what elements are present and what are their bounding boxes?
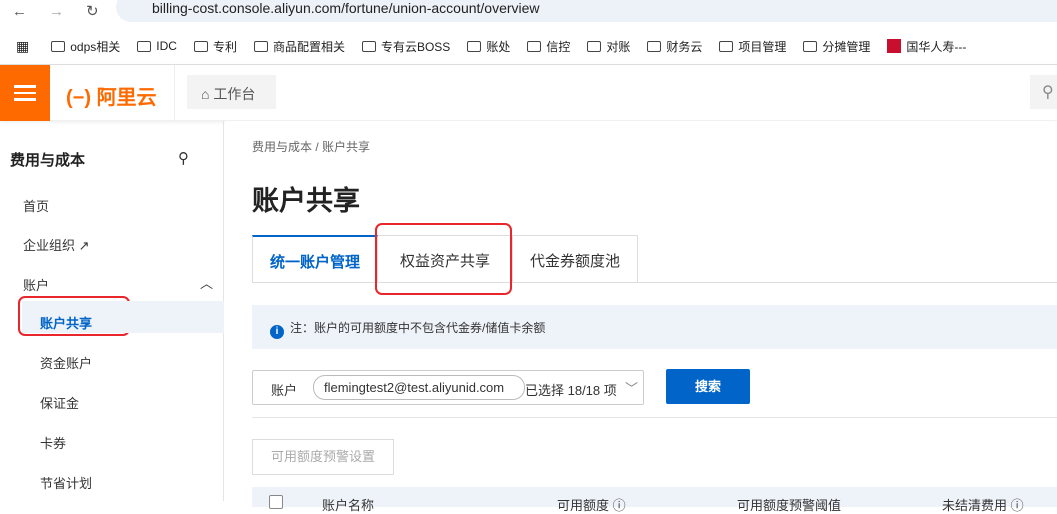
search-button[interactable]: 搜索 <box>666 369 750 404</box>
alert-settings-button[interactable]: 可用额度预警设置 <box>252 439 394 475</box>
bookmark[interactable]: 国华人寿--- <box>887 38 966 55</box>
folder-icon <box>527 40 542 52</box>
search-icon[interactable]: ⚲ <box>178 149 189 167</box>
column-header[interactable]: 未结清费用 ⓘ <box>942 495 1024 514</box>
sidebar-item-coupons[interactable]: 卡券 <box>40 433 66 452</box>
aliyun-logo[interactable]: (−) 阿里云 <box>66 81 157 110</box>
sidebar-item-account-share[interactable]: 账户共享 <box>40 313 92 332</box>
folder-icon <box>137 40 152 52</box>
folder-icon <box>193 40 208 52</box>
account-filter[interactable]: 账户 flemingtest2@test.aliyunid.com 已选择 18… <box>252 370 644 405</box>
favicon-icon <box>887 39 902 53</box>
search-icon[interactable]: ⚲ <box>1030 75 1057 109</box>
back-icon[interactable]: ← <box>12 3 27 20</box>
select-all-checkbox[interactable] <box>269 495 283 509</box>
filter-label: 账户 <box>271 383 298 398</box>
bookmark[interactable]: 分摊管理 <box>803 38 870 55</box>
folder-icon <box>467 40 482 52</box>
bookmark[interactable]: 账处 <box>467 38 510 55</box>
bookmark[interactable]: IDC <box>137 39 177 53</box>
bookmark[interactable]: 对账 <box>587 38 630 55</box>
sidebar-item-deposit[interactable]: 保证金 <box>40 393 79 412</box>
column-header[interactable]: 可用额度 ⓘ <box>557 495 626 514</box>
address-bar[interactable]: billing-cost.console.aliyun.com/fortune/… <box>116 0 1057 22</box>
sidebar-item-org[interactable]: 企业组织 ↗ <box>23 235 90 254</box>
folder-icon <box>803 40 818 52</box>
bookmarks-bar: ▦ odps相关 IDC 专利 商品配置相关 专有云BOSS 账处 信控 对账 … <box>0 34 983 58</box>
bookmark[interactable]: 专有云BOSS <box>361 38 450 55</box>
chevron-down-icon[interactable]: ﹀ <box>625 378 638 397</box>
url-text: billing-cost.console.aliyun.com/fortune/… <box>152 0 540 16</box>
console-topbar: (−) 阿里云 ⌂ 工作台 ⚲ <box>0 64 1057 121</box>
tab-voucher-pool[interactable]: 代金券额度池 <box>513 235 639 283</box>
account-tag[interactable]: flemingtest2@test.aliyunid.com <box>313 375 525 400</box>
folder-icon <box>647 40 662 52</box>
sidebar: 费用与成本 ⚲ 首页 企业组织 ↗ 账户 ︿ 账户共享 资金账户 保证金 卡券 … <box>0 121 224 501</box>
info-icon: i <box>270 325 284 339</box>
table-header: 账户名称 可用额度 ⓘ 可用额度预警阈值 未结清费用 ⓘ <box>252 487 1057 513</box>
folder-icon <box>361 40 376 52</box>
folder-icon <box>587 40 602 52</box>
browser-chrome: ← → ↻ billing-cost.console.aliyun.com/fo… <box>0 0 1057 64</box>
folder-icon <box>253 40 268 52</box>
browser-nav: ← → ↻ <box>0 0 110 22</box>
reload-icon[interactable]: ↻ <box>86 2 99 20</box>
bookmark[interactable]: odps相关 <box>51 38 120 55</box>
info-note: i 注：账户的可用额度中不包含代金券/储值卡余额 <box>252 305 1057 349</box>
bookmark[interactable]: 财务云 <box>647 38 702 55</box>
sidebar-item-home[interactable]: 首页 <box>23 196 49 215</box>
bookmark[interactable]: 项目管理 <box>719 38 786 55</box>
forward-icon[interactable]: → <box>49 3 64 20</box>
menu-icon[interactable] <box>0 65 50 121</box>
sidebar-item-savings-plan[interactable]: 节省计划 <box>40 473 92 492</box>
workbench-button[interactable]: ⌂ 工作台 <box>187 75 276 109</box>
sidebar-item-fund[interactable]: 资金账户 <box>40 353 92 372</box>
bookmark[interactable]: 专利 <box>193 38 237 55</box>
column-header[interactable]: 账户名称 <box>322 495 374 514</box>
sidebar-item-account[interactable]: 账户 <box>23 275 49 294</box>
sidebar-title: 费用与成本 <box>10 152 86 169</box>
breadcrumb[interactable]: 费用与成本 / 账户共享 <box>252 138 370 155</box>
chevron-up-icon[interactable]: ︿ <box>200 273 213 292</box>
apps-icon[interactable]: ▦ <box>16 38 29 55</box>
tab-unified-account[interactable]: 统一账户管理 <box>252 235 379 283</box>
bookmark[interactable]: 商品配置相关 <box>253 38 345 55</box>
selected-count: 已选择 18/18 项 <box>525 383 617 398</box>
bookmark[interactable]: 信控 <box>527 38 570 55</box>
highlight-box <box>375 223 512 295</box>
folder-icon <box>719 40 734 52</box>
column-header[interactable]: 可用额度预警阈值 <box>737 495 841 514</box>
folder-icon <box>51 40 66 52</box>
main-content: 费用与成本 / 账户共享 账户共享 统一账户管理 权益资产共享 代金券额度池 i… <box>225 121 1057 513</box>
home-icon: ⌂ <box>201 86 210 102</box>
page-title: 账户共享 <box>252 186 360 216</box>
